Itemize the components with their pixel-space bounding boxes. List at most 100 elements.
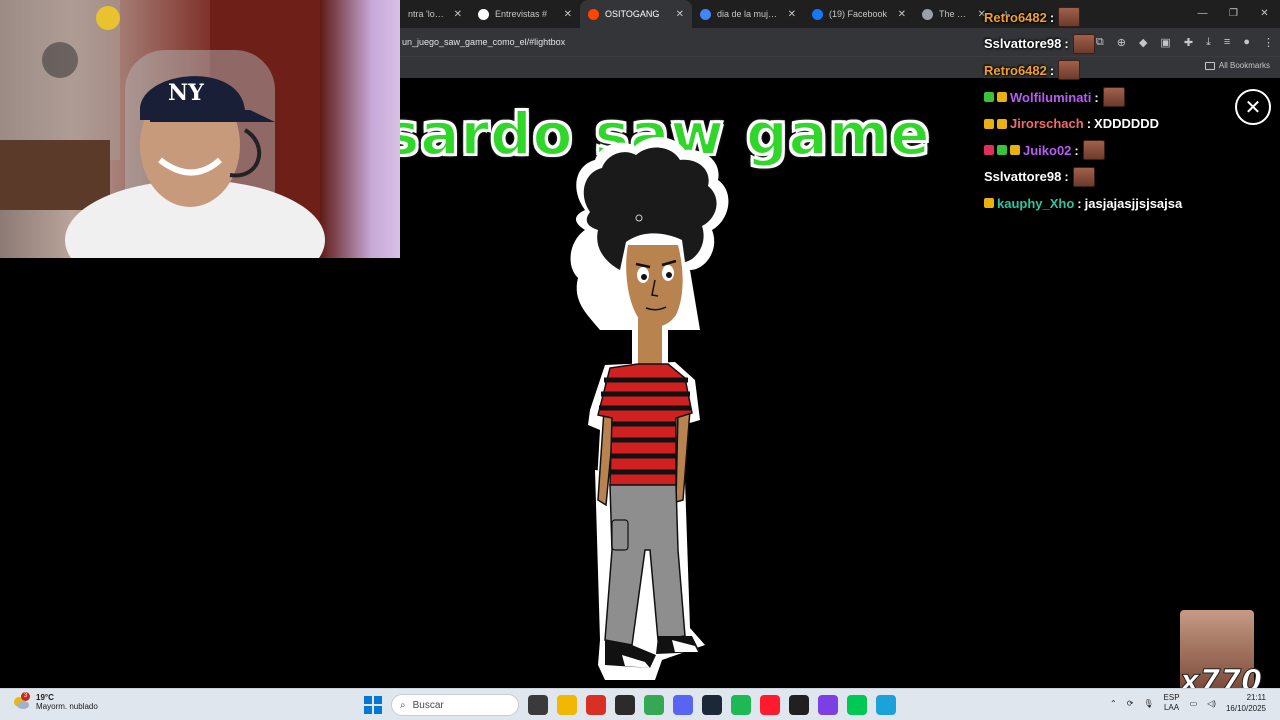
search-placeholder: Buscar — [412, 699, 444, 711]
tab-close-icon[interactable]: ✕ — [454, 9, 462, 20]
weather-widget[interactable]: 3 19°C Mayorm. nublado — [12, 692, 98, 711]
reddit-icon — [588, 8, 599, 20]
chat-message: Jirorschach: XDDDDDD — [984, 110, 1280, 137]
task-view-icon[interactable] — [528, 695, 548, 715]
app-green-icon[interactable] — [847, 695, 867, 715]
discord-icon[interactable] — [673, 695, 693, 715]
app-purple-icon[interactable] — [818, 695, 838, 715]
chat-message: Juiko02: — [984, 137, 1280, 164]
notepad-icon[interactable] — [876, 695, 896, 715]
tab-label: ntra 'los ho — [408, 9, 446, 19]
tiktok-icon — [478, 8, 489, 20]
notification-badge: 3 — [21, 692, 30, 701]
streamer-camera-feed: NY — [0, 0, 325, 258]
chat-emote-icon — [1082, 140, 1105, 161]
browser-tab[interactable]: (19) Facebook ✕ — [804, 0, 914, 28]
chat-separator: : — [1074, 142, 1079, 158]
address-bar[interactable]: un_juego_saw_game_como_el/#lightbox — [402, 37, 565, 47]
start-button[interactable] — [364, 696, 382, 714]
chat-separator: : — [1049, 9, 1055, 25]
opera-icon[interactable] — [760, 695, 780, 715]
chat-badge-icon — [984, 92, 994, 103]
chat-badge-icon — [997, 92, 1007, 103]
browser-tab[interactable]: ntra 'los ho ✕ — [400, 0, 470, 28]
obs-icon[interactable] — [615, 695, 635, 715]
taskbar-search[interactable]: ⌕ Buscar — [391, 694, 519, 716]
chat-text: jasjajasjjsjsajsa — [1084, 195, 1183, 211]
tab-close-icon[interactable]: ✕ — [898, 9, 906, 20]
browser-tab[interactable]: OSITOGANG ✕ — [580, 0, 692, 28]
clock[interactable]: 21:11 16/10/2025 — [1226, 692, 1266, 714]
app-dark-icon[interactable] — [789, 695, 809, 715]
weather-icon: 3 — [12, 692, 30, 711]
language-indicator[interactable]: ESP LAA — [1164, 693, 1180, 713]
svg-text:NY: NY — [168, 80, 204, 106]
network-icon[interactable]: ▭ — [1190, 699, 1198, 708]
browser-tab[interactable]: dia de la mujer p ✕ — [692, 0, 804, 28]
tab-label: (19) Facebook — [829, 9, 888, 19]
taskbar-apps: ⌕ Buscar — [364, 693, 896, 717]
temperature-label: 19°C — [36, 693, 54, 702]
chat-message: Wolfiluminati: — [984, 84, 1280, 111]
microphone-icon[interactable]: 🎙︎ — [1143, 699, 1153, 708]
chat-emote-icon — [1058, 7, 1081, 28]
chat-message: kauphy_Xho: jasjajasjjsjsajsa — [984, 190, 1280, 217]
tab-label: The Project G — [939, 9, 970, 19]
chat-emote-icon — [1058, 60, 1081, 81]
chat-emote-icon — [1072, 33, 1095, 54]
volume-icon[interactable]: ◁) — [1207, 699, 1216, 708]
stream-chat: Retro6482: Sslvattore98: Retro6482: Wolfilu… — [984, 4, 1280, 217]
chat-username[interactable]: kauphy_Xho — [997, 196, 1074, 211]
sync-icon[interactable]: ⟳ — [1127, 699, 1134, 708]
browser-tab[interactable]: The Project G✕ — [914, 0, 994, 28]
globe-icon — [922, 8, 933, 20]
chat-badge-icon — [984, 145, 994, 156]
chat-separator: : — [1064, 169, 1069, 185]
chat-message: Retro6482: — [984, 4, 1280, 31]
chat-username[interactable]: Jirorschach — [1010, 116, 1084, 131]
chat-username[interactable]: Sslvattore98 — [984, 36, 1061, 51]
tab-close-icon[interactable]: ✕ — [676, 9, 684, 20]
weather-condition-label: Mayorm. nublado — [36, 702, 98, 711]
google-icon — [700, 8, 711, 20]
chat-username[interactable]: Retro6482 — [984, 10, 1047, 25]
chat-separator: : — [1049, 62, 1055, 78]
chat-username[interactable]: Retro6482 — [984, 63, 1047, 78]
chat-username[interactable]: Sslvattore98 — [984, 169, 1061, 184]
chat-username[interactable]: Juiko02 — [1023, 143, 1071, 158]
chat-emote-icon — [1102, 87, 1125, 108]
chevron-up-icon[interactable]: ⌃ — [1110, 699, 1117, 708]
steam-icon[interactable] — [702, 695, 722, 715]
file-explorer-icon[interactable] — [557, 695, 577, 715]
chat-badge-icon — [997, 118, 1007, 129]
tab-close-icon[interactable]: ✕ — [564, 9, 572, 20]
facebook-icon — [812, 8, 823, 20]
browser-tab[interactable]: Entrevistas # ✕ — [470, 0, 580, 28]
clock-date: 16/10/2025 — [1225, 704, 1266, 713]
lang-top: ESP — [1163, 693, 1180, 702]
clock-time: 21:11 — [1246, 693, 1266, 702]
lang-bottom: LAA — [1163, 703, 1180, 712]
chat-badge-icon — [997, 145, 1007, 156]
chat-message: Retro6482: — [984, 57, 1280, 84]
chrome-icon[interactable] — [644, 695, 664, 715]
chat-separator: : — [1077, 195, 1082, 211]
chat-badge-icon — [1010, 145, 1020, 156]
windows-taskbar: 3 19°C Mayorm. nublado ⌕ Buscar ⌃ ⟳ 🎙︎ E… — [0, 688, 1280, 720]
chat-message: Sslvattore98: — [984, 164, 1280, 191]
tab-label: Entrevistas # — [495, 9, 548, 19]
system-tray: ⌃ ⟳ 🎙︎ ESP LAA ▭ ◁) 21:11 16/10/2025 — [1110, 692, 1266, 714]
tab-close-icon[interactable]: ✕ — [788, 9, 796, 20]
chat-emote-icon — [1072, 166, 1095, 187]
chat-message: Sslvattore98: — [984, 31, 1280, 58]
spotify-icon[interactable] — [731, 695, 751, 715]
chat-username[interactable]: Wolfiluminati — [1010, 90, 1091, 105]
chat-text: XDDDDDD — [1094, 116, 1160, 132]
chat-badge-icon — [984, 118, 994, 129]
chat-separator: : — [1086, 116, 1092, 132]
search-icon: ⌕ — [400, 699, 406, 711]
tab-label: OSITOGANG — [605, 9, 660, 19]
tab-label: dia de la mujer p — [717, 9, 780, 19]
chat-separator: : — [1094, 89, 1099, 105]
app-red-icon[interactable] — [586, 695, 606, 715]
